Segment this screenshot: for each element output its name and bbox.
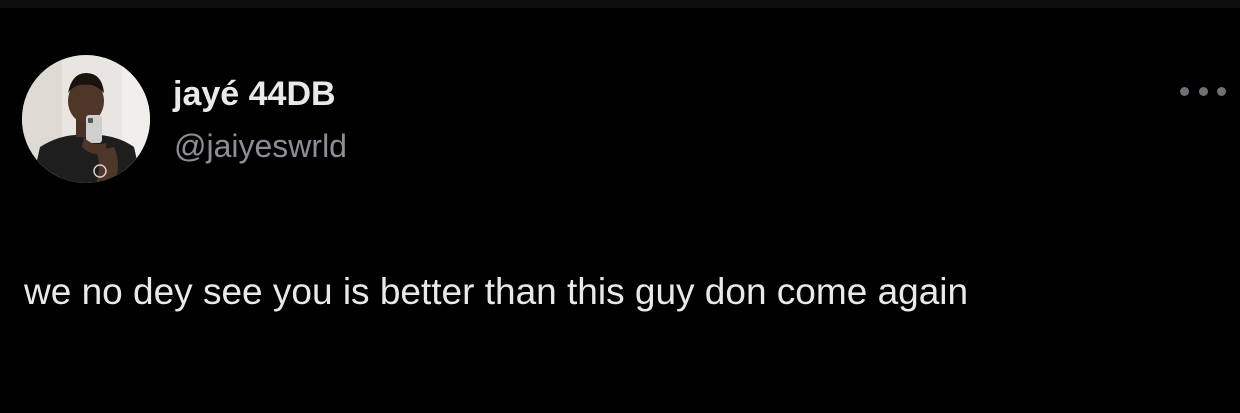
tweet-card[interactable]: jayé 44DB @jaiyeswrld we no dey see you … [0, 0, 1240, 413]
dot [1198, 86, 1208, 96]
avatar[interactable] [22, 55, 150, 183]
more-options-icon[interactable] [1180, 84, 1226, 98]
user-handle[interactable]: @jaiyeswrld [174, 126, 347, 166]
dot [1217, 86, 1226, 96]
tweet-text: we no dey see you is better than this gu… [24, 271, 969, 312]
dot [1180, 86, 1189, 96]
profile-photo-icon [22, 55, 150, 183]
display-name[interactable]: jayé 44DB [173, 74, 336, 114]
